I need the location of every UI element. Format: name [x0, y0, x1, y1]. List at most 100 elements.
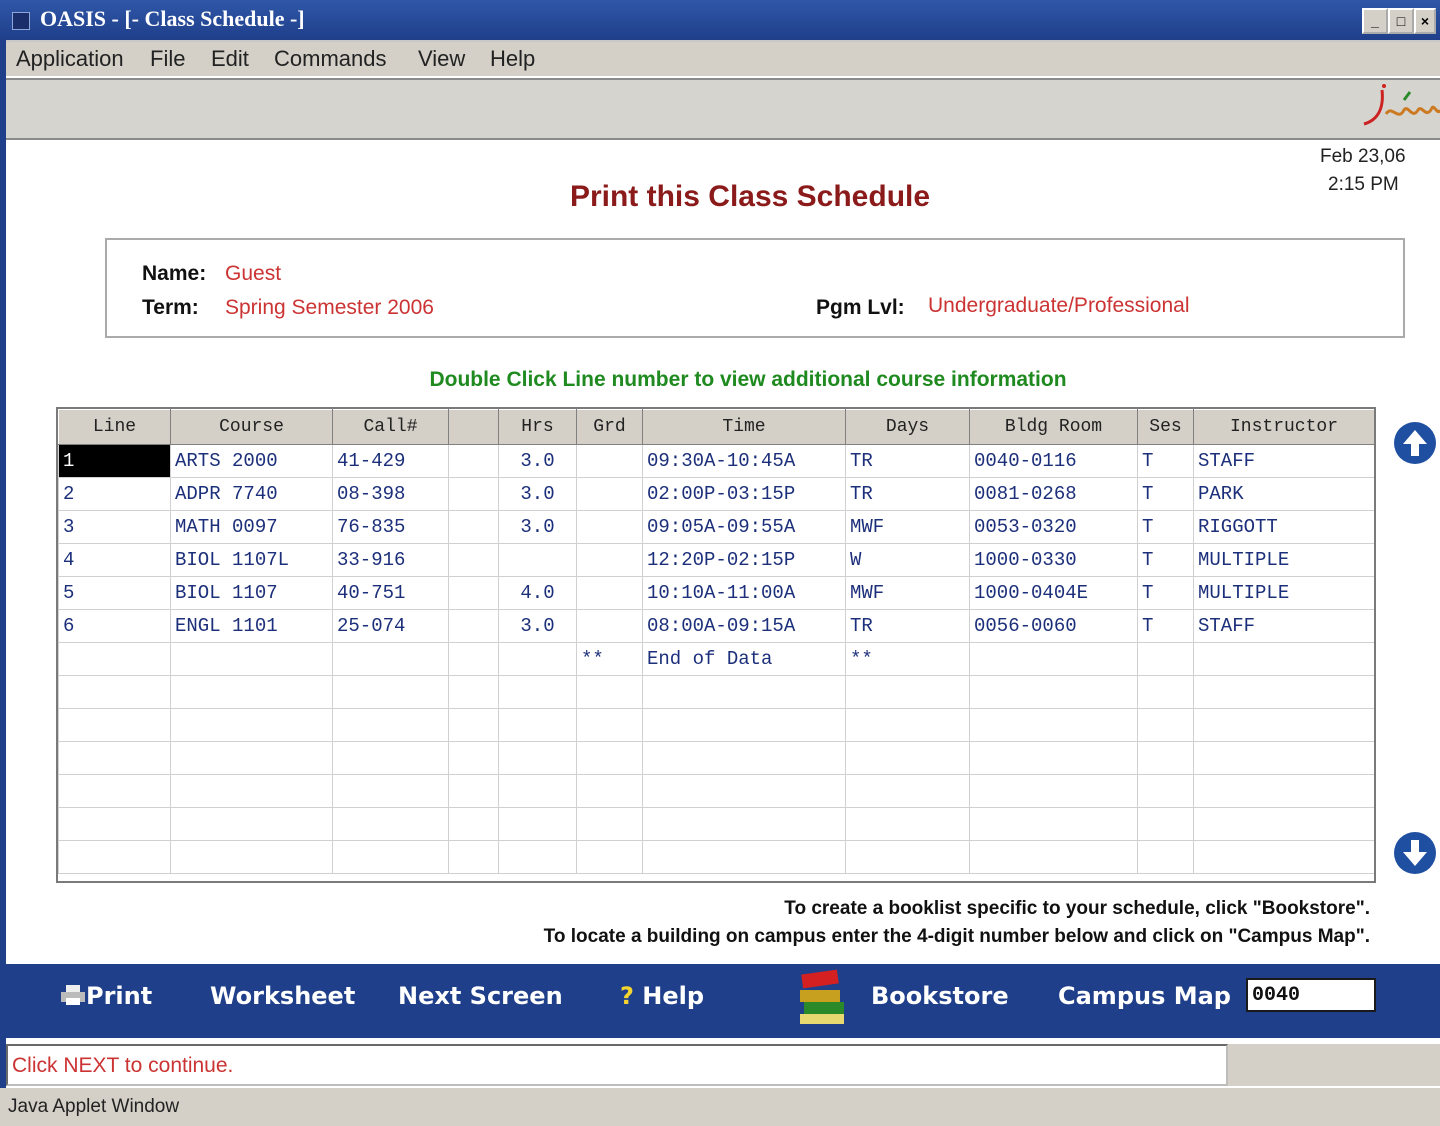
empty-cell [969, 741, 1138, 775]
student-info-box [105, 238, 1405, 338]
table-cell: 0040-0116 [969, 444, 1138, 478]
column-header[interactable]: Time [642, 409, 846, 445]
worksheet-button[interactable]: Worksheet [210, 982, 355, 1010]
table-cell: MATH 0097 [170, 510, 333, 544]
table-cell: MWF [845, 576, 970, 610]
column-header[interactable] [448, 409, 499, 445]
column-header[interactable]: Hrs [498, 409, 577, 445]
empty-table-row [58, 675, 1374, 709]
empty-cell [170, 840, 333, 874]
line-number-cell[interactable]: 4 [58, 543, 171, 577]
empty-cell [1193, 675, 1374, 709]
table-cell [576, 543, 643, 577]
empty-cell [845, 840, 970, 874]
menu-application[interactable]: Application [16, 46, 124, 72]
instruction-text: Double Click Line number to view additio… [429, 368, 1067, 391]
empty-cell [642, 774, 846, 808]
line-number-cell[interactable]: 2 [58, 477, 171, 511]
empty-cell [1137, 708, 1194, 742]
table-cell [170, 642, 333, 676]
empty-cell [448, 807, 499, 841]
column-header[interactable]: Instructor [1193, 409, 1374, 445]
empty-cell [576, 708, 643, 742]
print-button[interactable]: Print [60, 982, 152, 1010]
table-cell [498, 642, 577, 676]
minimize-button[interactable]: _ [1362, 8, 1388, 34]
help-button[interactable]: ? Help [620, 982, 704, 1010]
help-icon: ? [620, 982, 634, 1010]
table-cell: T [1137, 609, 1194, 643]
menu-view[interactable]: View [418, 46, 465, 72]
table-cell: MULTIPLE [1193, 576, 1374, 610]
empty-cell [498, 774, 577, 808]
empty-cell [1193, 741, 1374, 775]
scroll-up-icon[interactable] [1394, 422, 1436, 464]
column-header[interactable]: Call# [332, 409, 449, 445]
term-label: Term: [142, 296, 199, 319]
line-number-cell[interactable] [58, 642, 171, 676]
column-header[interactable]: Bldg Room [969, 409, 1138, 445]
table-cell: 09:05A-09:55A [642, 510, 846, 544]
column-header[interactable]: Ses [1137, 409, 1194, 445]
column-header[interactable]: Line [58, 409, 171, 445]
table-cell: BIOL 1107 [170, 576, 333, 610]
column-header[interactable]: Days [845, 409, 970, 445]
empty-cell [642, 708, 846, 742]
empty-cell [58, 807, 171, 841]
books-icon[interactable] [796, 968, 852, 1030]
empty-cell [332, 807, 449, 841]
menu-edit[interactable]: Edit [211, 46, 249, 72]
menu-help[interactable]: Help [490, 46, 535, 72]
next-screen-button[interactable]: Next Screen [398, 982, 563, 1010]
line-number-cell[interactable]: 3 [58, 510, 171, 544]
term-value: Spring Semester 2006 [225, 296, 434, 319]
line-number-cell[interactable]: 1 [58, 444, 171, 478]
table-row[interactable]: 3 MATH 0097 76-835 3.0 09:05A-09:55A MWF 0053-… [58, 510, 1374, 544]
table-cell [576, 576, 643, 610]
table-cell: ARTS 2000 [170, 444, 333, 478]
empty-cell [58, 774, 171, 808]
empty-cell [969, 675, 1138, 709]
table-cell [576, 477, 643, 511]
empty-cell [170, 708, 333, 742]
empty-cell [58, 741, 171, 775]
menu-commands[interactable]: Commands [274, 46, 386, 72]
building-number-input[interactable] [1246, 978, 1376, 1012]
scroll-down-icon[interactable] [1394, 832, 1436, 874]
table-cell [448, 543, 499, 577]
table-cell [448, 609, 499, 643]
brand-logo-icon [1363, 84, 1440, 126]
line-number-cell[interactable]: 5 [58, 576, 171, 610]
table-cell: MWF [845, 510, 970, 544]
schedule-table: Line Course Call# Hrs Grd Time Days Bldg Room Se… [56, 407, 1376, 883]
table-cell [448, 510, 499, 544]
close-button[interactable]: × [1414, 8, 1436, 34]
column-header[interactable]: Course [170, 409, 333, 445]
app-icon[interactable] [12, 12, 30, 30]
page-title: Print this Class Schedule [569, 180, 931, 213]
empty-cell [845, 675, 970, 709]
table-cell: ** [576, 642, 643, 676]
table-cell: TR [845, 609, 970, 643]
table-cell [1193, 642, 1374, 676]
table-row[interactable]: 6 ENGL 1101 25-074 3.0 08:00A-09:15A TR 0056-0… [58, 609, 1374, 643]
table-cell: ENGL 1101 [170, 609, 333, 643]
column-header[interactable]: Grd [576, 409, 643, 445]
table-cell: 41-429 [332, 444, 449, 478]
table-cell: 76-835 [332, 510, 449, 544]
maximize-button[interactable]: □ [1388, 8, 1414, 34]
table-row[interactable]: 5 BIOL 1107 40-751 4.0 10:10A-11:00A MWF 1000-… [58, 576, 1374, 610]
line-number-cell[interactable]: 6 [58, 609, 171, 643]
menu-file[interactable]: File [150, 46, 185, 72]
table-row[interactable]: ** End of Data ** [58, 642, 1374, 676]
table-row[interactable]: 4 BIOL 1107L 33-916 12:20P-02:15P W 1000-0330… [58, 543, 1374, 577]
table-row[interactable]: 1 ARTS 2000 41-429 3.0 09:30A-10:45A TR 0040-0… [58, 444, 1374, 478]
program-level-label: Pgm Lvl: [816, 296, 905, 319]
empty-cell [498, 708, 577, 742]
print-label: Print [86, 982, 153, 1010]
bookstore-button[interactable]: Bookstore [871, 982, 1009, 1010]
empty-cell [448, 675, 499, 709]
campus-map-button[interactable]: Campus Map [1058, 982, 1231, 1010]
empty-cell [1193, 774, 1374, 808]
table-row[interactable]: 2 ADPR 7740 08-398 3.0 02:00P-03:15P TR 0081-0… [58, 477, 1374, 511]
